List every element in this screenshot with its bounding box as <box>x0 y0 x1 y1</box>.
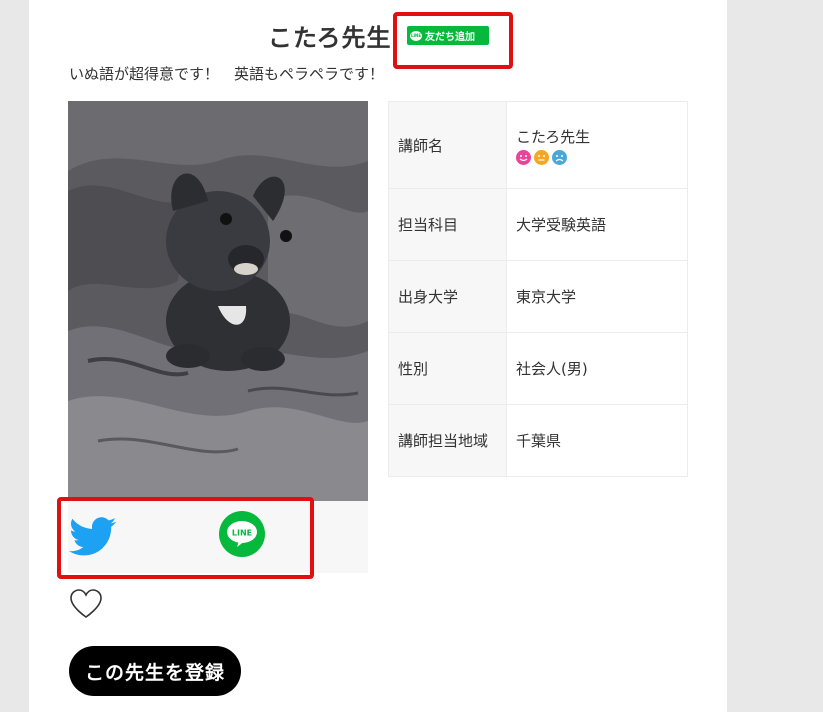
smile-face-icon[interactable] <box>516 149 531 165</box>
table-row: 担当科目 大学受験英語 <box>388 188 688 261</box>
teacher-photo <box>68 101 368 501</box>
teacher-profile-table: 講師名 こたろ先生 担当科目 大学受験英語 出身大学 東京大学 性別 社会人(男… <box>388 101 688 477</box>
row-value-university: 東京大学 <box>506 260 688 333</box>
row-key-gender: 性別 <box>388 332 507 405</box>
sad-face-icon[interactable] <box>552 149 567 165</box>
heart-outline-icon[interactable] <box>69 588 103 620</box>
row-key-region: 講師担当地域 <box>388 404 507 477</box>
table-row: 講師担当地域 千葉県 <box>388 404 688 477</box>
row-key-subject: 担当科目 <box>388 188 507 261</box>
table-row: 性別 社会人(男) <box>388 332 688 405</box>
row-key-teacher-name: 講師名 <box>388 101 507 189</box>
row-key-university: 出身大学 <box>388 260 507 333</box>
register-teacher-button[interactable]: この先生を登録 <box>69 646 241 696</box>
row-value-teacher-name: こたろ先生 <box>506 101 688 189</box>
table-row: 講師名 こたろ先生 <box>388 101 688 189</box>
rating-faces <box>516 149 687 165</box>
line-share-icon[interactable]: LINE <box>219 511 265 557</box>
neutral-face-icon[interactable] <box>534 149 549 165</box>
line-icon-label: LINE <box>232 529 252 538</box>
row-value-subject: 大学受験英語 <box>506 188 688 261</box>
row-value-region: 千葉県 <box>506 404 688 477</box>
table-row: 出身大学 東京大学 <box>388 260 688 333</box>
teacher-name-title: こたろ先生 <box>268 24 392 52</box>
line-friend-add-button[interactable]: LINE 友だち追加 <box>407 26 489 45</box>
friend-add-label: 友だち追加 <box>425 32 475 43</box>
teacher-name-value: こたろ先生 <box>516 127 591 146</box>
teacher-intro-text: いぬ語が超得意です！ 英語もペラペラです！ <box>69 65 385 83</box>
line-mini-icon: LINE <box>410 30 422 41</box>
twitter-share-icon[interactable] <box>69 517 117 557</box>
row-value-gender: 社会人(男) <box>506 332 688 405</box>
